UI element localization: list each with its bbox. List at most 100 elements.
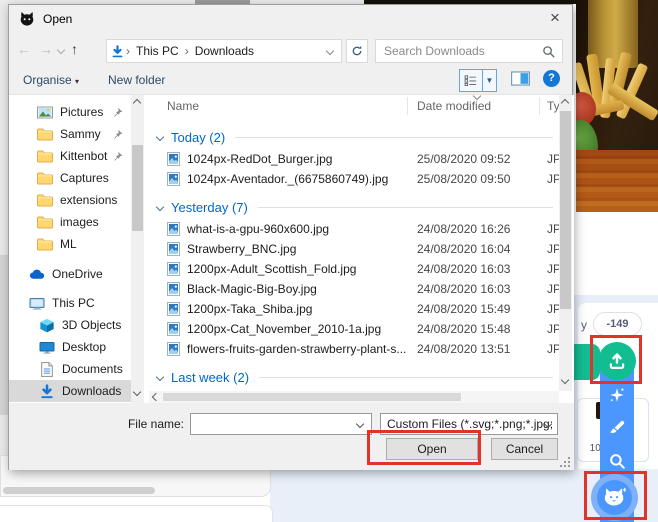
file-row-1024px-reddot-burger-jpg[interactable]: 1024px-RedDot_Burger.jpg25/08/2020 09:52… <box>149 149 559 169</box>
file-image-icon <box>167 342 180 356</box>
file-group-header-today-2[interactable]: Today (2) <box>149 125 559 149</box>
scroll-up-icon[interactable] <box>561 99 569 107</box>
group-divider <box>259 377 553 378</box>
file-name: Strawberry_BNC.jpg <box>187 242 296 256</box>
onedrive-icon <box>29 267 45 282</box>
sidebar-item-ml[interactable]: ML <box>9 233 131 255</box>
cube-icon <box>39 318 55 333</box>
file-type: JP <box>547 282 559 296</box>
scroll-left-icon[interactable] <box>152 393 160 401</box>
file-name: 1200px-Adult_Scottish_Fold.jpg <box>187 262 356 276</box>
refresh-button[interactable] <box>346 39 368 63</box>
downloads-icon <box>39 384 55 399</box>
sidebar-item-sammy[interactable]: Sammy <box>9 123 131 145</box>
column-name[interactable]: Name <box>167 99 199 113</box>
group-divider <box>235 137 553 138</box>
up-icon[interactable]: ↑ <box>71 41 78 57</box>
file-row-1200px-cat-november-2010-1a-jpg[interactable]: 1200px-Cat_November_2010-1a.jpg24/08/202… <box>149 319 559 339</box>
file-list-hscrollbar[interactable] <box>149 391 559 403</box>
search-sprite-icon[interactable] <box>608 452 626 470</box>
dialog-titlebar[interactable]: Open × <box>9 5 572 33</box>
resize-grip[interactable] <box>560 457 570 467</box>
sidebar-item-captures[interactable]: Captures <box>9 167 131 189</box>
sidebar-item-label: Sammy <box>60 127 101 141</box>
sidebar-item-extensions[interactable]: extensions <box>9 189 131 211</box>
sidebar-item-onedrive[interactable]: OneDrive <box>9 263 131 285</box>
file-group-header-yesterday-7[interactable]: Yesterday (7) <box>149 195 559 219</box>
breadcrumb-downloads[interactable]: Downloads <box>195 44 254 58</box>
column-type[interactable]: Ty <box>547 99 559 113</box>
breadcrumb-separator: › <box>126 44 130 58</box>
sidebar-item-3d-objects[interactable]: 3D Objects <box>9 314 131 336</box>
file-row-1200px-taka-shiba-jpg[interactable]: 1200px-Taka_Shiba.jpg24/08/2020 15:49JP <box>149 299 559 319</box>
scroll-up-icon[interactable] <box>133 99 141 107</box>
command-bar: Organise ▾ New folder ▼ ? <box>9 67 572 95</box>
stage-lower-area <box>573 212 658 295</box>
paintbrush-icon[interactable] <box>608 419 626 437</box>
view-mode-button[interactable]: ▼ <box>459 69 497 92</box>
sidebar-item-images[interactable]: images <box>9 211 131 233</box>
group-collapse-icon[interactable] <box>156 133 164 141</box>
group-collapse-icon[interactable] <box>156 203 164 211</box>
sidebar-item-this-pc[interactable]: This PC <box>9 292 131 314</box>
close-icon[interactable]: × <box>538 5 572 33</box>
file-group-header-last-week-2[interactable]: Last week (2) <box>149 365 559 389</box>
file-image-icon <box>167 302 180 316</box>
palette-scrollbar[interactable] <box>0 255 8 415</box>
sidebar-item-pictures[interactable]: Pictures <box>9 101 131 123</box>
surprise-icon[interactable] <box>608 386 626 404</box>
file-name: what-is-a-gpu-960x600.jpg <box>187 222 329 236</box>
sidebar-item-label: extensions <box>60 193 117 207</box>
combo-dropdown-icon[interactable] <box>356 420 364 428</box>
scrollbar-thumb[interactable] <box>560 111 571 309</box>
file-row-1200px-adult-scottish-fold-jpg[interactable]: 1200px-Adult_Scottish_Fold.jpg 24/08/2020… <box>149 259 559 279</box>
scrollbar-thumb[interactable] <box>163 393 461 401</box>
sprite-y-field[interactable]: -149 <box>593 312 642 336</box>
code-area-hscroll[interactable] <box>3 487 155 494</box>
file-date-modified: 24/08/2020 16:03 <box>417 262 510 276</box>
list-view-icon[interactable] <box>460 70 483 91</box>
pin-icon <box>112 129 123 140</box>
file-name-input[interactable] <box>195 416 353 432</box>
file-list-scrollbar[interactable] <box>559 95 572 391</box>
file-row-strawberry-bnc-jpg[interactable]: Strawberry_BNC.jpg24/08/2020 16:04JP <box>149 239 559 259</box>
file-row-flowers-fruits-garden-strawberry-plant-s[interactable]: flowers-fruits-garden-strawberry-plant-s… <box>149 339 559 359</box>
dialog-footer: File name: Custom Files (*.svg;*.png;*.j… <box>9 403 574 470</box>
file-date-modified: 24/08/2020 16:03 <box>417 282 510 296</box>
breadcrumb-this-pc[interactable]: This PC <box>136 44 179 58</box>
group-collapse-icon[interactable] <box>156 373 164 381</box>
sidebar-item-label: Documents <box>62 362 123 376</box>
address-dropdown-icon[interactable] <box>326 47 334 55</box>
sidebar-item-label: Kittenbot <box>60 149 107 163</box>
sidebar-item-documents[interactable]: Documents <box>9 358 131 380</box>
file-type: JP <box>547 262 559 276</box>
file-row-black-magic-big-boy-jpg[interactable]: Black-Magic-Big-Boy.jpg24/08/2020 16:03J… <box>149 279 559 299</box>
search-input[interactable] <box>384 42 534 60</box>
file-row-1024px-aventador-6675860749-jpg[interactable]: 1024px-Aventador._(6675860749).jpg25/08/… <box>149 169 559 189</box>
back-icon[interactable]: ← <box>17 41 31 57</box>
file-row-what-is-a-gpu-960x600-jpg[interactable]: what-is-a-gpu-960x600.jpg24/08/2020 16:2… <box>149 219 559 239</box>
sidebar-item-kittenbot[interactable]: Kittenbot <box>9 145 131 167</box>
column-date-modified[interactable]: Date modified <box>417 99 491 113</box>
help-icon[interactable]: ? <box>543 70 560 87</box>
search-icon[interactable] <box>542 45 555 58</box>
scroll-down-icon[interactable] <box>133 388 141 396</box>
file-image-icon <box>167 172 180 186</box>
organise-button[interactable]: Organise ▾ <box>23 73 79 87</box>
recent-locations-icon[interactable] <box>57 46 65 54</box>
address-bar[interactable]: › This PC › Downloads <box>106 39 342 63</box>
sidebar-item-desktop[interactable]: Desktop <box>9 336 131 358</box>
forward-icon[interactable]: → <box>39 41 53 57</box>
file-type: JP <box>547 302 559 316</box>
sidebar-scrollbar[interactable] <box>131 95 144 403</box>
sidebar-item-label: images <box>60 215 99 229</box>
sidebar-item-downloads[interactable]: Downloads <box>9 380 131 402</box>
file-type: JP <box>547 222 559 236</box>
view-dropdown-icon[interactable]: ▼ <box>483 70 496 91</box>
scroll-down-icon[interactable] <box>561 376 569 384</box>
cancel-button[interactable]: Cancel <box>491 438 558 460</box>
scrollbar-thumb[interactable] <box>132 145 143 231</box>
preview-pane-icon[interactable] <box>511 71 530 87</box>
new-folder-button[interactable]: New folder <box>108 73 165 87</box>
file-image-icon <box>167 322 180 336</box>
